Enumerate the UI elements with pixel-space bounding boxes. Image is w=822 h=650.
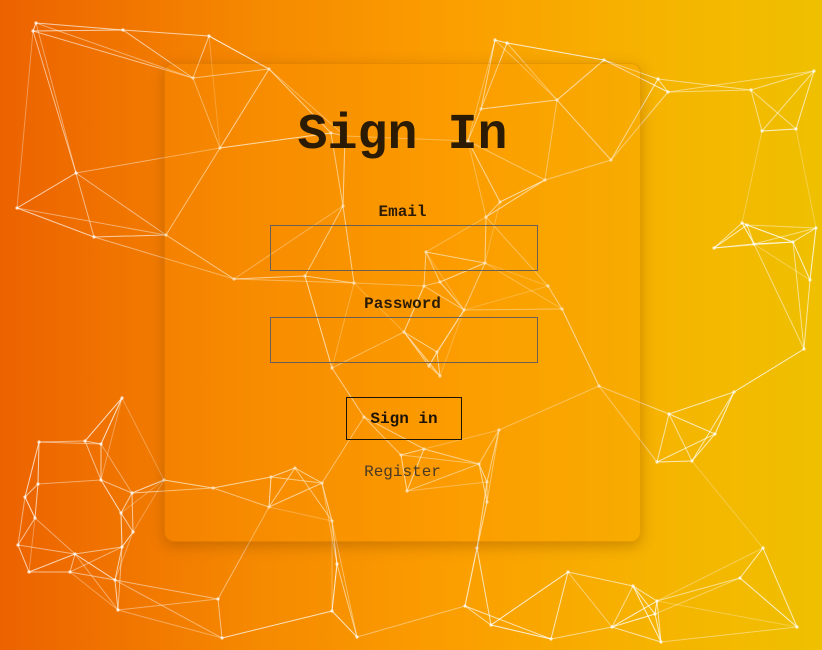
sign-in-button[interactable]: Sign in: [346, 397, 462, 440]
sign-in-card: Sign In Email Password Sign in Register: [164, 63, 641, 542]
email-label: Email: [378, 203, 427, 221]
password-label: Password: [364, 295, 441, 313]
register-link[interactable]: Register: [165, 463, 640, 481]
email-field[interactable]: [270, 225, 538, 271]
password-field[interactable]: [270, 317, 538, 363]
page-title: Sign In: [297, 107, 508, 164]
